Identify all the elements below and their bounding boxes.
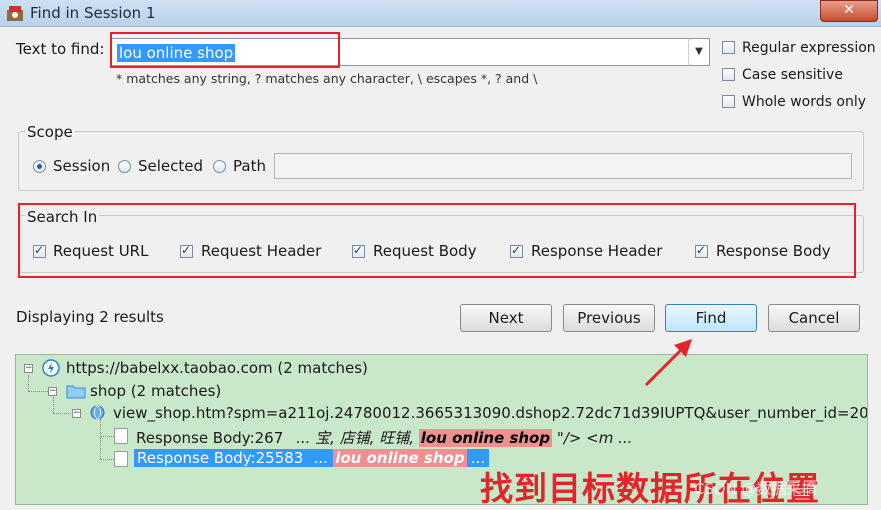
scope-session-radio[interactable] <box>33 160 46 173</box>
path-input[interactable] <box>274 153 852 179</box>
title-bar: Find in Session 1 ✕ <box>0 0 881 27</box>
annotation-box-search <box>110 32 340 68</box>
result-match-1[interactable]: Response Body:267 ... 宝, 店铺, 旺铺, lou onl… <box>136 427 632 448</box>
results-status: Displaying 2 results <box>16 308 164 326</box>
collapse-file-toggle[interactable]: − <box>72 409 81 418</box>
whole-words-label: Whole words only <box>742 94 867 110</box>
regex-label: Regular expression <box>742 40 876 56</box>
scope-selected-radio[interactable] <box>118 160 131 173</box>
result-folder[interactable]: shop (2 matches) <box>90 382 221 400</box>
watermark: CSDN @数据采摘 <box>694 480 817 498</box>
document-icon <box>114 451 128 467</box>
result-file[interactable]: view_shop.htm?spm=a211oj.24780012.366531… <box>113 404 867 422</box>
find-button[interactable]: Find <box>665 304 757 332</box>
search-hint: * matches any string, ? matches any char… <box>116 71 538 86</box>
whole-words-checkbox[interactable] <box>722 95 735 108</box>
scope-title: Scope <box>25 123 75 141</box>
chevron-down-icon[interactable]: ▼ <box>688 39 709 65</box>
web-session-icon <box>42 359 60 377</box>
cancel-button[interactable]: Cancel <box>768 304 860 332</box>
previous-button[interactable]: Previous <box>563 304 655 332</box>
match-1-label: Response Body:267 <box>136 429 284 447</box>
scope-selected-label: Selected <box>138 157 204 175</box>
annotation-arrow-icon <box>644 339 692 387</box>
case-sensitive-label: Case sensitive <box>742 67 843 83</box>
window-title: Find in Session 1 <box>30 4 156 22</box>
collapse-host-toggle[interactable]: − <box>24 364 33 373</box>
match-2-highlight: lou online shop <box>333 449 467 467</box>
match-1-after: "/> <m ... <box>556 429 633 447</box>
result-match-2[interactable]: Response Body:25583 ... lou online shop … <box>134 449 489 467</box>
match-2-before: ... <box>314 449 329 467</box>
find-label: Text to find: <box>16 40 105 58</box>
scope-path-label: Path <box>233 157 266 175</box>
match-1-highlight: lou online shop <box>418 429 553 447</box>
globe-icon <box>90 405 105 420</box>
close-button[interactable]: ✕ <box>820 0 878 22</box>
annotation-box-search-in <box>18 203 856 278</box>
scope-session-label: Session <box>53 157 111 175</box>
match-1-before: ... 宝, 店铺, 旺铺, <box>296 429 414 447</box>
case-sensitive-checkbox[interactable] <box>722 68 735 81</box>
app-icon <box>7 6 23 21</box>
next-button[interactable]: Next <box>460 304 552 332</box>
match-2-label: Response Body:25583 <box>137 449 304 467</box>
document-icon <box>114 428 128 444</box>
result-host[interactable]: https://babelxx.taobao.com (2 matches) <box>66 359 368 377</box>
collapse-folder-toggle[interactable]: − <box>48 387 57 396</box>
scope-path-radio[interactable] <box>213 160 226 173</box>
folder-icon <box>66 385 86 399</box>
regex-checkbox[interactable] <box>722 41 735 54</box>
